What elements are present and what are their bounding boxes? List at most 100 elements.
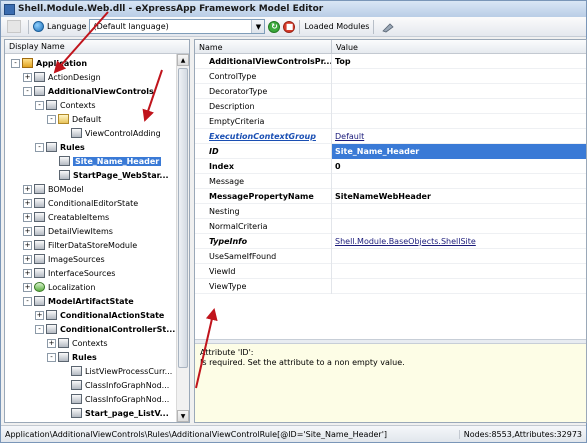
property-name-cell[interactable]: DecoratorType	[206, 84, 332, 99]
property-row[interactable]: ViewId	[195, 264, 586, 279]
property-row[interactable]: Message	[195, 174, 586, 189]
tree-node[interactable]: + ConditionalEditorState	[23, 196, 138, 210]
collapse-icon[interactable]: -	[35, 324, 44, 334]
expand-icon[interactable]: +	[23, 226, 32, 236]
tree-node[interactable]: + BOModel	[23, 182, 84, 196]
property-name-cell[interactable]: EmptyCriteria	[206, 114, 332, 129]
model-tree[interactable]: - Application + ActionDesign - AdditionalView…	[5, 54, 177, 422]
property-row[interactable]: Nesting	[195, 204, 586, 219]
expand-icon[interactable]: +	[35, 310, 44, 320]
property-row[interactable]: DecoratorType	[195, 84, 586, 99]
tree-node[interactable]: - Default	[47, 112, 101, 126]
property-name-cell[interactable]: UseSameIfFound	[206, 249, 332, 264]
save-button[interactable]	[4, 19, 24, 34]
property-name-cell[interactable]: TypeInfo	[206, 234, 332, 249]
tree-node[interactable]: + FilterDataStoreModule	[23, 238, 137, 252]
value-column-header[interactable]: Value	[332, 40, 586, 54]
property-row[interactable]: NormalCriteria	[195, 219, 586, 234]
property-name-cell[interactable]: NormalCriteria	[206, 219, 332, 234]
expand-icon[interactable]: +	[23, 268, 32, 278]
property-name-cell[interactable]: Nesting	[206, 204, 332, 219]
property-row[interactable]: MessagePropertyName SiteNameWebHeader	[195, 189, 586, 204]
tree-node[interactable]: + InterfaceSources	[23, 266, 115, 280]
language-dropdown[interactable]: (Default language) ▼	[89, 19, 266, 34]
expand-icon[interactable]: +	[23, 72, 32, 82]
property-value-cell[interactable]	[332, 219, 586, 234]
property-name-cell[interactable]: Description	[206, 99, 332, 114]
tree-node[interactable]: + CreatableItems	[23, 210, 109, 224]
expand-icon[interactable]: +	[23, 212, 32, 222]
property-value-cell[interactable]: SiteNameWebHeader	[332, 189, 586, 204]
property-row[interactable]: ControlType	[195, 69, 586, 84]
property-value-cell[interactable]	[332, 69, 586, 84]
property-name-cell[interactable]: AdditionalViewControlsPr...	[206, 54, 332, 69]
property-row[interactable]: UseSameIfFound	[195, 249, 586, 264]
settings-button[interactable]	[378, 19, 398, 34]
property-name-cell[interactable]: ExecutionContextGroup	[206, 129, 332, 144]
tree-node[interactable]: StartPage_WebStar...	[59, 168, 169, 182]
collapse-icon[interactable]: -	[23, 86, 32, 96]
tree-scrollbar[interactable]: ▲ ▼	[176, 54, 189, 422]
tree-node[interactable]: - ModelArtifactState	[23, 294, 134, 308]
chevron-down-icon[interactable]: ▼	[251, 20, 265, 33]
property-name-cell[interactable]: Index	[206, 159, 332, 174]
expand-icon[interactable]: +	[23, 198, 32, 208]
property-value-cell[interactable]: Top	[332, 54, 586, 69]
property-value-cell[interactable]	[332, 84, 586, 99]
property-name-cell[interactable]: ViewId	[206, 264, 332, 279]
property-row[interactable]: ExecutionContextGroup Default	[195, 129, 586, 144]
property-name-cell[interactable]: ViewType	[206, 279, 332, 294]
tree-node[interactable]: ListViewProcessCurr...	[71, 364, 172, 378]
property-row[interactable]: TypeInfo Shell.Module.BaseObjects.ShellSi…	[195, 234, 586, 249]
tree-node[interactable]: ViewControlAdding	[71, 126, 161, 140]
property-value-cell[interactable]: Shell.Module.BaseObjects.ShellSite	[332, 234, 586, 249]
property-value-cell[interactable]: Site_Name_Header	[332, 144, 586, 159]
property-name-cell[interactable]: ID	[206, 144, 332, 159]
tree-node[interactable]: - Rules	[35, 140, 85, 154]
tree-node[interactable]: + ConditionalActionState	[35, 308, 164, 322]
property-value-cell[interactable]: Default	[332, 129, 586, 144]
property-row[interactable]: Description	[195, 99, 586, 114]
property-value-cell[interactable]	[332, 174, 586, 189]
tree-node[interactable]: ClassInfoGraphNod...	[71, 378, 169, 392]
collapse-icon[interactable]: -	[23, 296, 32, 306]
tree-node[interactable]: + Contexts	[47, 336, 108, 350]
expand-icon[interactable]: +	[47, 338, 56, 348]
collapse-icon[interactable]: -	[35, 142, 44, 152]
tree-node[interactable]: Site_Name_Header	[59, 154, 162, 168]
property-name-cell[interactable]: ControlType	[206, 69, 332, 84]
property-value-cell[interactable]	[332, 204, 586, 219]
tree-node[interactable]: - Contexts	[35, 98, 96, 112]
property-row[interactable]: ViewType	[195, 279, 586, 294]
tree-node[interactable]: - Application	[11, 56, 87, 70]
tree-node[interactable]: + ActionDesign	[23, 70, 101, 84]
property-row[interactable]: AdditionalViewControlsPr... Top	[195, 54, 586, 69]
tree-node[interactable]: + ImageSources	[23, 252, 105, 266]
tree-node[interactable]: Start_page_ListV...	[71, 406, 169, 420]
scroll-down-icon[interactable]: ▼	[177, 410, 189, 422]
expand-icon[interactable]: +	[23, 282, 32, 292]
scrollbar-thumb[interactable]	[178, 68, 188, 368]
collapse-icon[interactable]: -	[35, 100, 44, 110]
collapse-icon[interactable]: -	[11, 58, 20, 68]
expand-icon[interactable]: +	[23, 184, 32, 194]
collapse-icon[interactable]: -	[47, 114, 56, 124]
name-column-header[interactable]: Name	[195, 40, 332, 54]
expand-icon[interactable]: +	[23, 240, 32, 250]
tree-node[interactable]: ClassInfoGraphNod...	[71, 392, 169, 406]
property-name-cell[interactable]: MessagePropertyName	[206, 189, 332, 204]
property-row[interactable]: ID Site_Name_Header	[195, 144, 586, 159]
property-name-cell[interactable]: Message	[206, 174, 332, 189]
loaded-modules-button[interactable]: Loaded Modules	[304, 22, 369, 31]
property-value-cell[interactable]	[332, 279, 586, 294]
collapse-icon[interactable]: -	[47, 352, 56, 362]
add-language-button[interactable]: ↻	[268, 20, 281, 33]
property-value-cell[interactable]	[332, 99, 586, 114]
property-value-cell[interactable]	[332, 114, 586, 129]
property-row[interactable]: Index 0	[195, 159, 586, 174]
property-value-cell[interactable]: 0	[332, 159, 586, 174]
property-value-cell[interactable]	[332, 249, 586, 264]
tree-node[interactable]: + Localization	[23, 280, 95, 294]
property-value-cell[interactable]	[332, 264, 586, 279]
tree-node[interactable]: + DetailViewItems	[23, 224, 113, 238]
